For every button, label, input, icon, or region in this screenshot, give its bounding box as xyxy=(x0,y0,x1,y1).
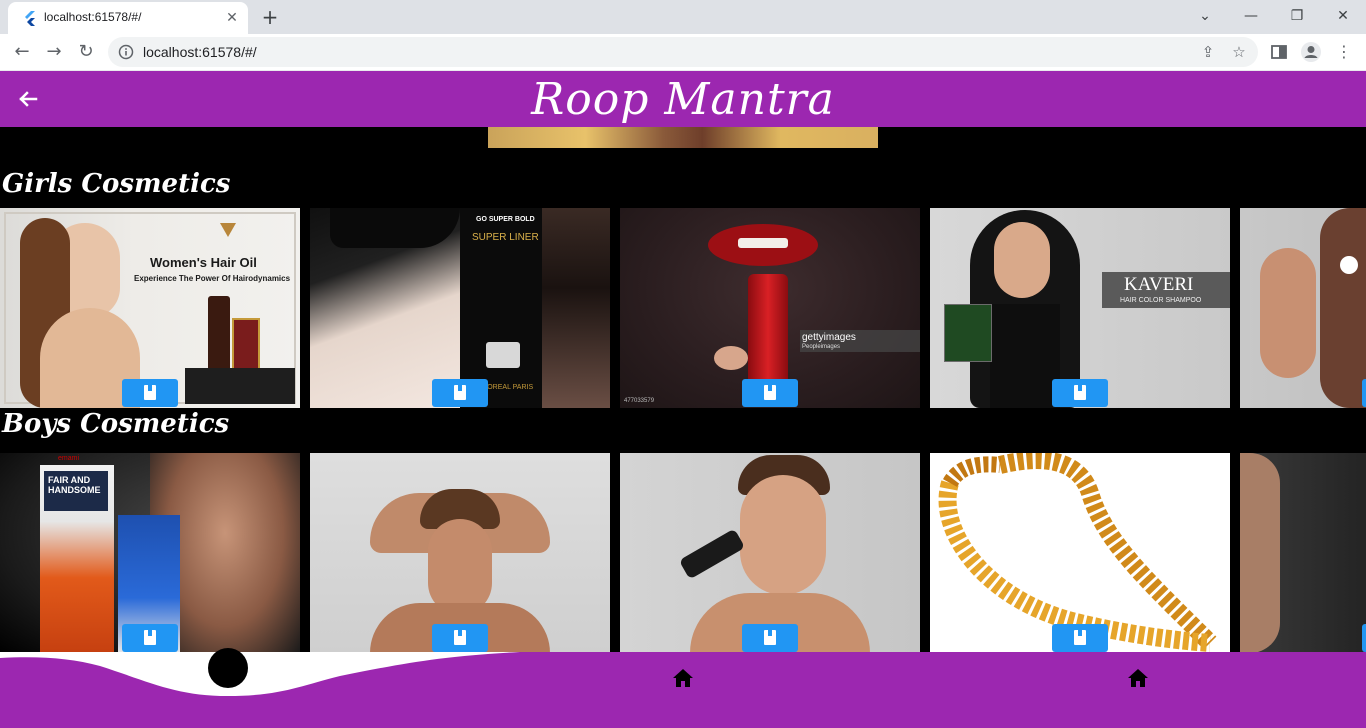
nav-item-selected[interactable] xyxy=(208,648,248,688)
product-image: gettyimages Peopleimages 477033579 xyxy=(620,208,920,408)
product-image xyxy=(310,453,610,653)
browser-tab[interactable]: localhost:61578/#/ ✕ xyxy=(8,2,248,34)
bottom-navigation-bar xyxy=(0,652,1366,728)
reload-icon[interactable]: ↻ xyxy=(72,38,100,66)
card-headline: Women's Hair Oil xyxy=(150,255,257,270)
card-brand-mark: emami xyxy=(58,455,80,462)
flutter-icon xyxy=(25,11,35,26)
bookmark-button[interactable] xyxy=(432,379,488,407)
bookmark-icon xyxy=(1074,385,1086,400)
getty-watermark-sub: Peopleimages xyxy=(802,344,841,350)
browser-toolbar: ← → ↻ localhost:61578/#/ ⇪ ☆ ⋮ xyxy=(0,34,1366,71)
back-arrow-icon[interactable] xyxy=(14,85,42,113)
product-card-kaveri[interactable]: KAVERI HAIR COLOR SHAMPOO xyxy=(930,208,1230,408)
banner-image xyxy=(488,127,878,148)
bookmark-button[interactable] xyxy=(432,624,488,652)
section-title-boys: Boys Cosmetics xyxy=(2,409,230,439)
card-brand-mark: L'OREAL PARIS xyxy=(482,384,534,391)
profile-avatar-icon[interactable] xyxy=(1300,41,1322,63)
address-bar[interactable]: localhost:61578/#/ ⇪ ☆ xyxy=(108,37,1258,67)
product-card-lipstick[interactable]: gettyimages Peopleimages 477033579 xyxy=(620,208,920,408)
bookmark-button[interactable] xyxy=(1052,379,1108,407)
card-headline: KAVERI xyxy=(1124,274,1194,295)
browser-menu-icon[interactable]: ⋮ xyxy=(1333,41,1355,63)
gold-chain-graphic xyxy=(938,453,1217,652)
bookmark-icon xyxy=(764,385,776,400)
bookmark-icon xyxy=(764,630,776,645)
restore-button[interactable]: ❐ xyxy=(1274,4,1320,28)
bookmark-icon xyxy=(1074,630,1086,645)
bookmark-button[interactable] xyxy=(742,624,798,652)
bookmark-button[interactable] xyxy=(1362,624,1366,652)
getty-watermark: gettyimages xyxy=(802,332,856,343)
bookmark-button[interactable] xyxy=(122,624,178,652)
product-card-face-cream[interactable] xyxy=(1240,208,1366,408)
boys-cosmetics-row: FAIR AND HANDSOME emami xyxy=(0,453,1366,653)
tab-close-icon[interactable]: ✕ xyxy=(224,10,240,26)
tab-search-icon[interactable]: ⌄ xyxy=(1182,4,1228,28)
side-panel-icon[interactable] xyxy=(1268,41,1290,63)
section-title-girls: Girls Cosmetics xyxy=(2,169,231,199)
bookmark-button[interactable] xyxy=(122,379,178,407)
product-card-super-liner[interactable]: GO SUPER BOLD SUPER LINER L'OREAL PARIS xyxy=(310,208,610,408)
product-card-hair-oil[interactable]: Women's Hair Oil Experience The Power Of… xyxy=(0,208,300,408)
new-tab-button[interactable]: + xyxy=(258,6,282,28)
window-close-button[interactable]: ✕ xyxy=(1320,4,1366,28)
bookmark-button[interactable] xyxy=(1052,624,1108,652)
product-card-shaving[interactable] xyxy=(620,453,920,653)
share-icon[interactable]: ⇪ xyxy=(1199,43,1217,61)
bookmark-icon xyxy=(144,630,156,645)
browser-tabstrip: localhost:61578/#/ ✕ + ⌄ — ❐ ✕ xyxy=(0,0,1366,34)
product-image xyxy=(620,453,920,653)
back-arrow-icon[interactable]: ← xyxy=(8,38,36,66)
site-info-icon[interactable] xyxy=(118,44,134,60)
bookmark-button[interactable] xyxy=(742,379,798,407)
product-image xyxy=(930,453,1230,653)
app-root: Roop Mantra Girls Cosmetics Women's Hair… xyxy=(0,71,1366,728)
app-bar: Roop Mantra xyxy=(0,71,1366,127)
image-id: 477033579 xyxy=(624,398,655,404)
curved-nav-background xyxy=(0,652,1366,728)
product-image: FAIR AND HANDSOME emami xyxy=(0,453,300,653)
card-subtitle: Experience The Power Of Hairodynamics xyxy=(134,274,291,283)
bookmark-icon xyxy=(144,385,156,400)
card-headline: FAIR AND HANDSOME xyxy=(48,475,101,495)
product-card-jacket[interactable] xyxy=(1240,453,1366,653)
product-card-fair-and-handsome[interactable]: FAIR AND HANDSOME emami xyxy=(0,453,300,653)
product-image: Women's Hair Oil Experience The Power Of… xyxy=(0,208,300,408)
app-brand-title: Roop Mantra xyxy=(531,74,835,125)
minimize-button[interactable]: — xyxy=(1228,4,1274,28)
tab-title: localhost:61578/#/ xyxy=(44,10,142,24)
card-headline: SUPER LINER xyxy=(472,232,539,243)
bookmark-button[interactable] xyxy=(1362,379,1366,407)
product-image xyxy=(1240,208,1366,408)
bookmark-icon xyxy=(454,630,466,645)
product-card-gold-chain[interactable] xyxy=(930,453,1230,653)
product-image: GO SUPER BOLD SUPER LINER L'OREAL PARIS xyxy=(310,208,610,408)
bookmark-icon xyxy=(454,385,466,400)
card-subtitle: HAIR COLOR SHAMPOO xyxy=(1120,297,1202,304)
product-image: KAVERI HAIR COLOR SHAMPOO xyxy=(930,208,1230,408)
home-icon[interactable] xyxy=(672,668,694,688)
url-text: localhost:61578/#/ xyxy=(143,44,257,60)
forward-arrow-icon[interactable]: → xyxy=(40,38,68,66)
bookmark-star-icon[interactable]: ☆ xyxy=(1230,43,1248,61)
product-card-hair-styling[interactable] xyxy=(310,453,610,653)
home-icon[interactable] xyxy=(1127,668,1149,688)
card-subtitle: GO SUPER BOLD xyxy=(476,216,535,223)
product-image xyxy=(1240,453,1366,653)
girls-cosmetics-row: Women's Hair Oil Experience The Power Of… xyxy=(0,208,1366,408)
